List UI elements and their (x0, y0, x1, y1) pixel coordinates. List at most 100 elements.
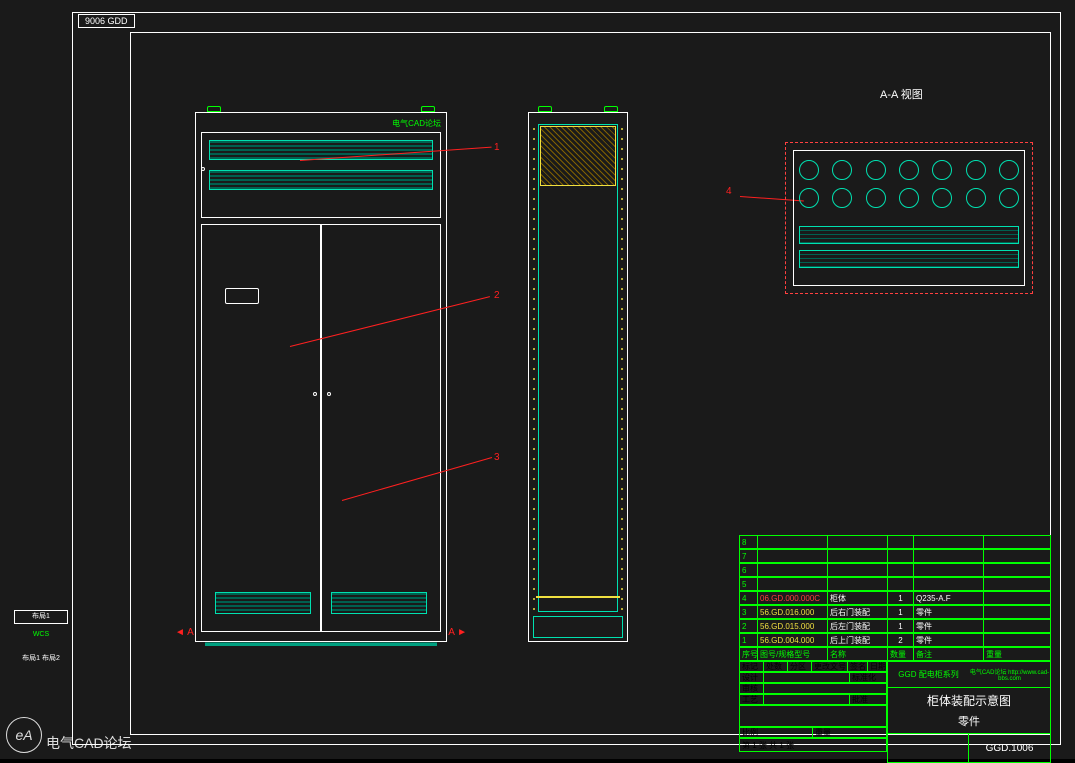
cable-knockout-icon (799, 188, 819, 208)
cable-knockout-icon (966, 188, 986, 208)
left-door-panel (201, 224, 321, 632)
tb-cell (740, 706, 886, 726)
cable-knockout-icon (966, 160, 986, 180)
left-side-strip: 布局1 WCS 布局1 布局2 (12, 12, 70, 745)
bom-row: 5 (739, 577, 1051, 591)
cad-text-label: 电气CAD论坛 (392, 118, 441, 129)
cable-knockout-icon (832, 160, 852, 180)
tb-cell: 比例 (740, 728, 813, 737)
drawing-title-text: 柜体装配示意图 (927, 692, 1011, 709)
drawing-title-panel: GGD 配电柜系列 电气CAD论坛 http://www.cad-bbs.com… (887, 661, 1051, 763)
louver-grille (331, 592, 427, 614)
door-handle-icon (327, 392, 331, 396)
title-block-bottom: 标记 处数 分区 更改文号 签名 日期 设计 标准化 审核 工艺 批准 比例重量 第… (739, 661, 1051, 763)
company-row: GGD 配电柜系列 电气CAD论坛 http://www.cad-bbs.com (888, 662, 1050, 688)
upper-door-panel (201, 132, 441, 218)
tb-cell (764, 695, 850, 704)
tb-cell: 标记 (740, 662, 764, 671)
bom-header-cell: 重量 (984, 648, 1050, 660)
top-mesh-panel (540, 126, 616, 186)
tb-cell: 签名 (848, 662, 868, 671)
knockout-row (799, 160, 1019, 182)
bom-row: 356.GD.016.000后右门装配1零件 (739, 605, 1051, 619)
right-door-panel (321, 224, 441, 632)
tb-field-row: 标记 处数 分区 更改文号 签名 日期 (739, 661, 887, 672)
section-mark-right: A ► (448, 627, 467, 638)
louver-grille (215, 592, 311, 614)
company-url: 电气CAD论坛 http://www.cad-bbs.com (969, 667, 1050, 682)
cable-knockout-icon (899, 160, 919, 180)
bom-header-cell: 图号/规格型号 (758, 648, 828, 660)
tb-cell: 日期 (868, 662, 886, 671)
section-letter: A (448, 627, 454, 638)
tb-cell: 设计 (740, 673, 764, 682)
tb-cell (888, 734, 969, 762)
drawing-tab-label: 9006 GDD (78, 14, 135, 28)
inner-frame (538, 124, 618, 612)
cable-knockout-icon (832, 188, 852, 208)
base-panel (533, 616, 623, 638)
drawing-subtype: 零件 (958, 713, 980, 729)
top-view-heading: A-A 视图 (880, 86, 923, 102)
vent-slot (799, 250, 1019, 268)
bom-row: 6 (739, 563, 1051, 577)
bom-row: 7 (739, 549, 1051, 563)
cross-bar (536, 596, 620, 598)
balloon-3: 3 (494, 452, 500, 463)
mounting-rail (532, 124, 536, 612)
side-strip-tabs: 布局1 布局2 (14, 652, 68, 666)
bom-header-cell: 名称 (828, 648, 888, 660)
bom-header-row: 序号 图号/规格型号 名称 数量 备注 重量 (739, 647, 1051, 661)
balloon-1: 1 (494, 142, 500, 153)
watermark-text: 电气CAD论坛 (46, 733, 132, 753)
tb-cell (764, 684, 886, 693)
cable-knockout-icon (866, 160, 886, 180)
company-name: GGD 配电柜系列 (888, 669, 969, 680)
side-strip-wcs: WCS (14, 630, 68, 644)
tb-cell (764, 673, 850, 682)
nameplate (225, 288, 259, 304)
cad-viewport[interactable]: 布局1 WCS 布局1 布局2 9006 GDD 电气CAD论坛 ◄ A A ►… (0, 0, 1075, 759)
cable-knockout-icon (999, 160, 1019, 180)
door-handle-icon (313, 392, 317, 396)
hinge-icon (201, 167, 205, 171)
door-split-line (321, 224, 322, 632)
tb-cell: 批准 (850, 695, 886, 704)
bom-header-cell: 备注 (914, 648, 984, 660)
front-elevation-view: 电气CAD论坛 ◄ A A ► (195, 112, 447, 642)
bom-row: 156.GD.004.000后上门装配2零件 (739, 633, 1051, 647)
bom-row: 8 (739, 535, 1051, 549)
cable-knockout-icon (932, 160, 952, 180)
balloon-4: 4 (726, 186, 732, 197)
bom-header-cell: 数量 (888, 648, 914, 660)
title-block: 8765406.GD.000.000C柜体1Q235-A.F356.GD.016… (739, 535, 1051, 735)
drawing-title: 柜体装配示意图 零件 (888, 688, 1050, 734)
side-section-view (528, 112, 628, 642)
tb-cell: 标准化 (850, 673, 886, 682)
cable-knockout-icon (799, 160, 819, 180)
mounting-rail (620, 124, 624, 612)
bom-row: 256.GD.015.000后左门装配1零件 (739, 619, 1051, 633)
section-letter: A (187, 627, 194, 638)
revision-panel: 标记 处数 分区 更改文号 签名 日期 设计 标准化 审核 工艺 批准 比例重量 第… (739, 661, 887, 763)
bom-row: 406.GD.000.000C柜体1Q235-A.F (739, 591, 1051, 605)
section-mark-left: ◄ A (175, 627, 194, 638)
knockout-row (799, 188, 1019, 210)
tb-cell: 审核 (740, 684, 764, 693)
bom-header-cell: 序号 (740, 648, 758, 660)
tb-cell: 处数 (764, 662, 788, 671)
tb-cell: 重量 (813, 728, 886, 737)
tb-cell: 工艺 (740, 695, 764, 704)
watermark-logo-icon: eA (6, 717, 42, 753)
tb-cell: 第 1 张 共 1 张 (740, 739, 886, 751)
cable-knockout-icon (999, 188, 1019, 208)
tb-cell: 更改文号 (812, 662, 848, 671)
balloon-2: 2 (494, 290, 500, 301)
top-section-view (785, 142, 1033, 294)
vent-slot (799, 226, 1019, 244)
cable-knockout-icon (932, 188, 952, 208)
cable-knockout-icon (899, 188, 919, 208)
tb-cell: 分区 (788, 662, 812, 671)
watermark: eA 电气CAD论坛 (6, 717, 132, 753)
plinth-bar (205, 640, 437, 646)
